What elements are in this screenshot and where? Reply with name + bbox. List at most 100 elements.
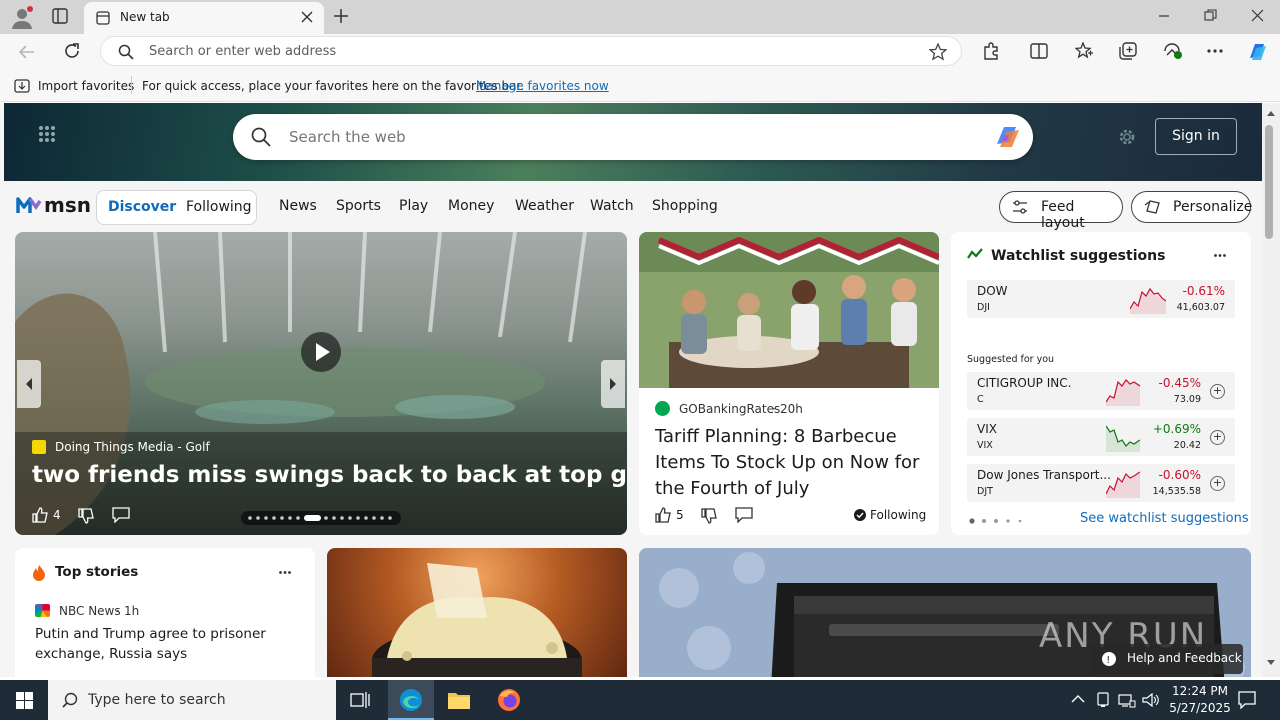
scroll-thumb[interactable] — [1265, 125, 1273, 239]
personalize-button[interactable]: Personalize — [1131, 191, 1252, 223]
article-like-icon[interactable] — [654, 506, 672, 524]
apps-grid-icon[interactable] — [38, 125, 56, 143]
scroll-down-icon[interactable] — [1266, 659, 1276, 667]
favorites-icon[interactable] — [1075, 42, 1093, 60]
close-tab-icon[interactable] — [301, 11, 313, 23]
watchlist-more-icon[interactable] — [1214, 254, 1226, 257]
extensions-icon[interactable] — [982, 42, 1000, 60]
nav-money[interactable]: Money — [448, 198, 494, 214]
page-scrollbar[interactable] — [1262, 103, 1280, 677]
play-button[interactable] — [301, 332, 341, 372]
scroll-up-icon[interactable] — [1266, 109, 1276, 117]
network-icon[interactable] — [1118, 692, 1136, 708]
browser-essentials-icon[interactable] — [1163, 42, 1183, 60]
back-button[interactable] — [18, 43, 36, 61]
carousel-prev-button[interactable] — [17, 360, 41, 408]
clock-time[interactable]: 12:24 PM — [1170, 684, 1230, 698]
copilot-search-icon[interactable] — [992, 122, 1024, 152]
dislike-icon[interactable] — [77, 507, 95, 525]
restore-button[interactable] — [1204, 9, 1217, 22]
stock-change: -0.60% — [1158, 468, 1201, 482]
article-dislike-icon[interactable] — [700, 507, 718, 525]
refresh-button[interactable] — [63, 42, 81, 60]
article-card[interactable]: GOBankingRates · 20h Tariff Planning: 8 … — [639, 232, 939, 535]
firefox-icon[interactable] — [497, 688, 521, 712]
like-count: 4 — [53, 508, 61, 522]
add-to-watchlist-button[interactable]: + — [1210, 430, 1225, 445]
split-screen-icon[interactable] — [1030, 42, 1048, 60]
taskbar-search[interactable]: Type here to search — [48, 680, 336, 720]
video-headline[interactable]: two friends miss swings back to back at … — [32, 462, 627, 488]
watchlist-pager-dots[interactable] — [969, 518, 1025, 524]
help-feedback-button[interactable]: ! Help and Feedback — [1090, 644, 1243, 674]
article-comment-icon[interactable] — [735, 507, 753, 523]
top-stories-more-icon[interactable] — [279, 571, 291, 574]
msn-logo[interactable] — [16, 193, 42, 217]
collections-icon[interactable] — [1119, 42, 1137, 60]
watchlist-title: Watchlist suggestions — [991, 248, 1166, 264]
import-favorites-button[interactable]: Import favorites — [38, 79, 134, 93]
nav-watch[interactable]: Watch — [590, 198, 634, 214]
tray-device-icon[interactable] — [1096, 692, 1110, 708]
copilot-icon[interactable] — [1245, 39, 1271, 65]
page-settings-icon[interactable] — [1117, 127, 1137, 147]
taskbar-edge-button[interactable] — [388, 680, 434, 720]
nav-play[interactable]: Play — [399, 198, 428, 214]
tray-overflow-icon[interactable] — [1071, 694, 1085, 704]
story-separator: · — [116, 604, 120, 618]
story-headline[interactable]: Putin and Trump agree to prisoner exchan… — [35, 624, 295, 664]
chevron-left-icon — [26, 378, 32, 390]
stock-change: +0.69% — [1152, 422, 1201, 436]
sign-in-button[interactable]: Sign in — [1155, 118, 1237, 155]
stock-change: -0.45% — [1158, 376, 1201, 390]
carousel-next-button[interactable] — [601, 360, 625, 408]
settings-more-icon[interactable] — [1207, 49, 1223, 53]
manage-favorites-link[interactable]: Manage favorites now — [476, 79, 609, 93]
like-icon[interactable] — [31, 506, 49, 524]
clock-date[interactable]: 5/27/2025 — [1166, 701, 1234, 715]
protein-article-card[interactable] — [327, 548, 627, 677]
stock-name: VIX — [977, 422, 997, 436]
following-label[interactable]: Following — [870, 508, 926, 522]
notifications-icon[interactable] — [1238, 691, 1256, 709]
play-icon — [316, 343, 330, 361]
laptop-article-card[interactable]: ANY RUN ! Help and Feedback — [639, 548, 1251, 677]
stock-row-vix[interactable]: VIX VIX +0.69% 20.42 + — [967, 418, 1235, 456]
add-to-watchlist-button[interactable]: + — [1210, 384, 1225, 399]
toolbar: Search or enter web address — [0, 34, 1280, 70]
add-to-watchlist-button[interactable]: + — [1210, 476, 1225, 491]
stock-change: -0.61% — [1182, 284, 1225, 298]
tab-actions-icon[interactable] — [52, 8, 68, 24]
new-tab-button[interactable] — [333, 8, 349, 24]
comment-icon[interactable] — [112, 507, 130, 523]
feed-layout-button[interactable]: Feed layout — [999, 191, 1123, 231]
featured-video-card[interactable]: Doing Things Media - Golf two friends mi… — [15, 232, 627, 535]
nav-weather[interactable]: Weather — [515, 198, 574, 214]
start-windows-icon[interactable] — [16, 692, 33, 709]
stock-row-djt[interactable]: Dow Jones Transport... DJT -0.60% 14,535… — [967, 464, 1235, 502]
tab-following[interactable]: Following — [186, 199, 252, 215]
volume-icon[interactable] — [1142, 692, 1160, 708]
nav-sports[interactable]: Sports — [336, 198, 381, 214]
article-headline[interactable]: Tariff Planning: 8 Barbecue Items To Sto… — [655, 424, 927, 502]
tab-new-tab[interactable]: New tab — [84, 2, 324, 34]
minimize-button[interactable] — [1158, 10, 1170, 22]
tab-discover[interactable]: Discover — [108, 199, 176, 215]
web-search-box[interactable]: Search the web — [233, 114, 1033, 160]
task-view-icon[interactable] — [350, 691, 370, 709]
nav-shopping[interactable]: Shopping — [652, 198, 718, 214]
stock-row-citigroup[interactable]: CITIGROUP INC. C -0.45% 73.09 + — [967, 372, 1235, 410]
address-bar[interactable]: Search or enter web address — [100, 36, 962, 66]
see-watchlist-link[interactable]: See watchlist suggestions — [1080, 511, 1249, 526]
file-explorer-icon[interactable] — [447, 690, 471, 710]
stock-row-featured[interactable]: DOW DJI -0.61% 41,603.07 — [967, 280, 1235, 318]
stock-symbol: C — [977, 394, 984, 405]
favorite-star-icon[interactable] — [929, 43, 947, 61]
nav-news[interactable]: News — [279, 198, 317, 214]
close-window-button[interactable] — [1251, 9, 1264, 22]
taskbar: Type here to search 12:24 PM 5/27/2025 — [0, 680, 1280, 720]
profile-icon[interactable] — [10, 5, 34, 29]
carousel-indicator[interactable] — [241, 511, 401, 525]
video-thumbnail — [15, 232, 627, 535]
carousel-dots — [248, 515, 392, 521]
